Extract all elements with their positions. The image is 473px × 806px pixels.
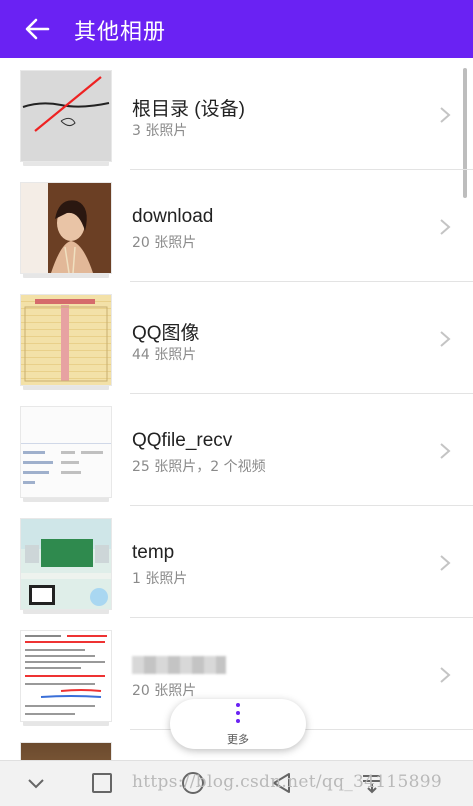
more-vertical-icon <box>235 703 241 727</box>
chevron-right-icon <box>440 443 451 459</box>
chevron-right-icon <box>440 107 451 123</box>
page-title: 其他相册 <box>74 20 167 45</box>
album-list: 根目录 (设备) 3 张照片 download 20 张照片 QQ图像 44 张… <box>0 58 473 760</box>
album-thumbnail <box>20 742 112 760</box>
more-label: 更多 <box>227 733 249 746</box>
album-row[interactable]: 根目录 (设备) 3 张照片 <box>0 58 473 170</box>
album-thumbnail <box>20 406 112 502</box>
album-count: 44 张照片 <box>132 347 197 363</box>
app-bar: 其他相册 <box>0 0 473 58</box>
album-row[interactable]: download 20 张照片 <box>0 170 473 282</box>
more-button[interactable]: 更多 <box>170 699 306 749</box>
album-count: 20 张照片 <box>132 235 197 251</box>
chevron-right-icon <box>440 331 451 347</box>
chevron-right-icon <box>440 555 451 571</box>
album-row[interactable]: QQ图像 44 张照片 <box>0 282 473 394</box>
album-thumbnail <box>20 294 112 390</box>
album-count: 3 张照片 <box>132 123 188 139</box>
album-name: 根目录 (设备) <box>132 99 245 120</box>
album-row[interactable]: QQfile_recv 25 张照片，2 个视频 <box>0 394 473 506</box>
back-arrow-icon[interactable] <box>20 12 54 46</box>
chevron-right-icon <box>440 219 451 235</box>
album-name: temp <box>132 542 175 563</box>
album-thumbnail <box>20 182 112 278</box>
album-count: 1 张照片 <box>132 571 188 587</box>
collapse-icon[interactable] <box>24 771 48 795</box>
album-row[interactable]: temp 1 张照片 <box>0 506 473 618</box>
album-name: QQ图像 <box>132 323 200 344</box>
album-name-redacted <box>132 656 226 674</box>
album-thumbnail <box>20 630 112 726</box>
watermark: https://blog.csdn.net/qq_34115899 <box>132 772 442 792</box>
album-thumbnail <box>20 518 112 614</box>
album-name: download <box>132 206 214 227</box>
album-name: QQfile_recv <box>132 430 233 451</box>
album-count: 20 张照片 <box>132 683 197 699</box>
album-thumbnail <box>20 70 112 166</box>
album-count: 25 张照片，2 个视频 <box>132 459 266 475</box>
recent-apps-icon[interactable] <box>90 771 114 795</box>
chevron-right-icon <box>440 667 451 683</box>
